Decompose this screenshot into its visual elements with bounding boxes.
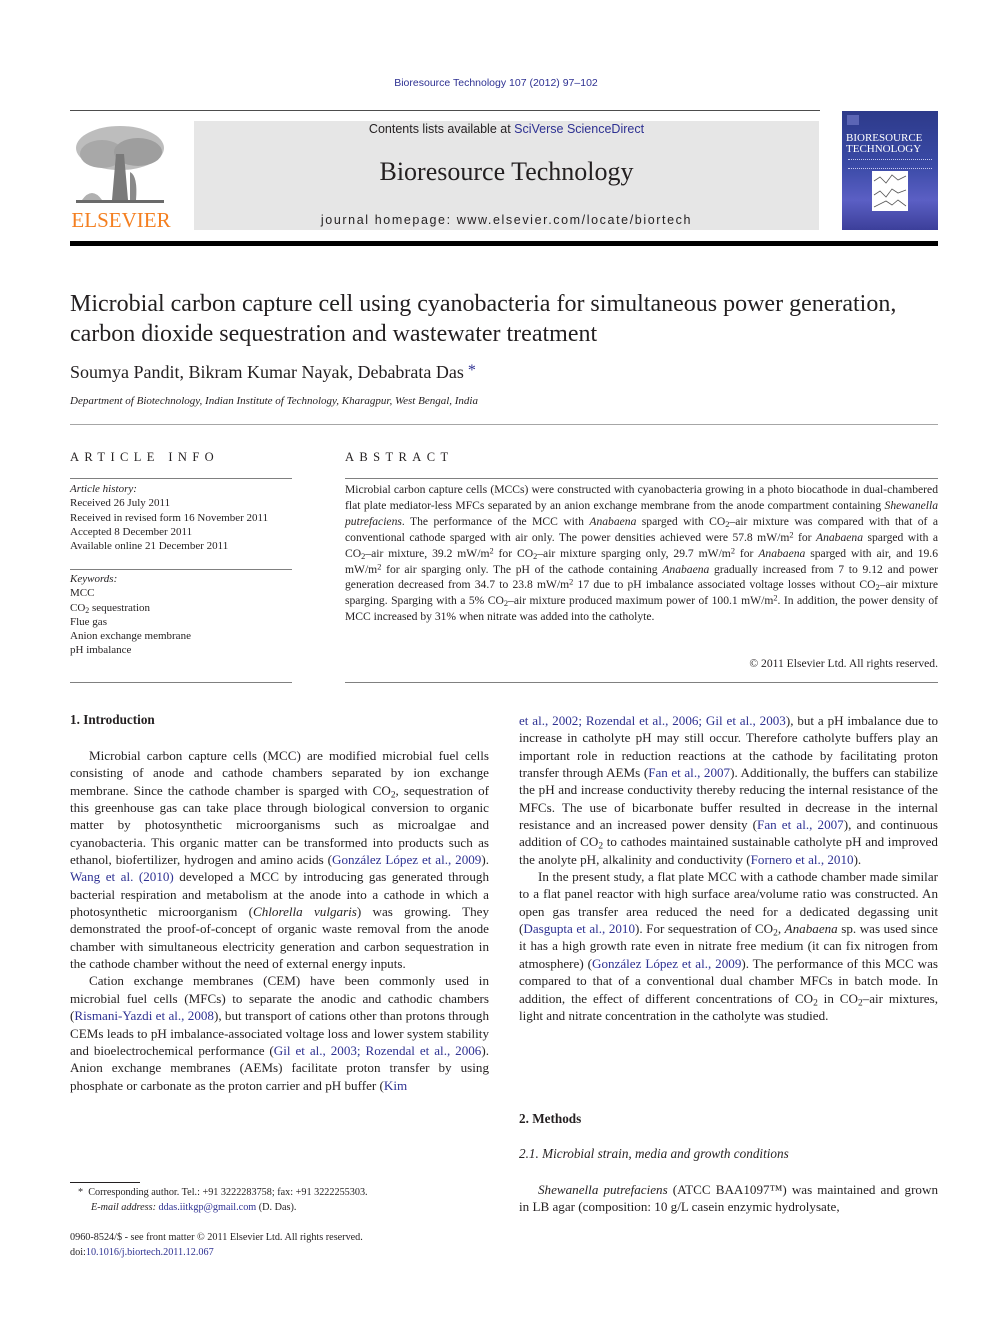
doi-link[interactable]: 10.1016/j.biortech.2011.12.067 <box>86 1247 214 1258</box>
citation-link[interactable]: González López et al., 2009 <box>332 852 481 867</box>
history-online: Available online 21 December 2011 <box>70 540 229 553</box>
paragraph: Cation exchange membranes (CEM) have bee… <box>70 973 489 1093</box>
divider <box>70 478 292 479</box>
contents-prefix: Contents lists available at <box>368 122 515 136</box>
affiliation: Department of Biotechnology, Indian Inst… <box>70 395 478 407</box>
divider <box>70 424 938 425</box>
citation-link[interactable]: et al., 2002; Rozendal et al., 2006; Gil… <box>519 713 786 728</box>
journal-title: Bioresource Technology <box>379 157 634 186</box>
paragraph: Microbial carbon capture cells (MCC) are… <box>70 748 489 972</box>
history-revised: Received in revised form 16 November 201… <box>70 511 269 524</box>
citation-link[interactable]: Rismani-Yazdi et al., 2008 <box>74 1008 214 1023</box>
cover-title: BIORESOURCE TECHNOLOGY <box>846 133 934 155</box>
email-label: E-mail address: <box>91 1202 156 1213</box>
footnote-rule <box>70 1182 140 1183</box>
email-link[interactable]: ddas.iitkgp@gmail.com <box>159 1202 257 1213</box>
doi-label: doi: <box>70 1247 86 1258</box>
methods-text: Shewanella putrefaciens (ATCC BAA1097™) … <box>519 1181 938 1216</box>
history-received: Received 26 July 2011 <box>70 497 171 510</box>
introduction-right-column: et al., 2002; Rozendal et al., 2006; Gil… <box>519 712 938 1024</box>
doi-line: doi:10.1016/j.biortech.2011.12.067 <box>70 1245 214 1260</box>
history-accepted: Accepted 8 December 2011 <box>70 525 193 538</box>
elsevier-tree-icon <box>72 124 168 206</box>
sciencedirect-link[interactable]: SciVerse ScienceDirect <box>514 122 644 136</box>
section-heading-methods: 2. Methods <box>519 1111 582 1126</box>
journal-cover-thumbnail[interactable]: BIORESOURCE TECHNOLOGY <box>842 111 938 230</box>
author-names: Soumya Pandit, Bikram Kumar Nayak, Debab… <box>70 362 464 382</box>
article-title: Microbial carbon capture cell using cyan… <box>70 291 897 347</box>
subsection-heading: 2.1. Microbial strain, media and growth … <box>519 1146 789 1161</box>
keyword: pH imbalance <box>70 644 132 657</box>
divider <box>345 682 938 683</box>
header-rule <box>70 110 820 111</box>
citation-link[interactable]: Fan et al., 2007 <box>648 765 730 780</box>
footnote-corresponding: * Corresponding author. Tel.: +91 322228… <box>78 1185 368 1200</box>
keywords: Keywords: MCC CO2 sequestration Flue gas… <box>70 572 300 658</box>
citation-link[interactable]: Wang et al. (2010) <box>70 869 174 884</box>
footnote-text: Corresponding author. Tel.: +91 32222837… <box>88 1187 368 1198</box>
footnote-mark: * <box>78 1187 84 1198</box>
contents-line: Contents lists available at SciVerse Sci… <box>194 122 819 136</box>
abstract-heading: ABSTRACT <box>345 450 454 464</box>
citation-link[interactable]: Dasgupta et al., 2010 <box>523 921 635 936</box>
abstract-text: Microbial carbon capture cells (MCCs) we… <box>345 483 939 624</box>
article-history: Article history: Received 26 July 2011 R… <box>70 482 300 553</box>
keyword: Flue gas <box>70 615 107 628</box>
elsevier-logo[interactable]: ELSEVIER <box>68 120 174 232</box>
divider <box>345 478 938 479</box>
cover-title-line2: TECHNOLOGY <box>846 143 922 155</box>
keyword: Anion exchange membrane <box>70 630 191 643</box>
paragraph: In the present study, a flat plate MCC w… <box>519 869 938 1023</box>
citation-link[interactable]: Gil et al., 2003; Rozendal et al., 2006 <box>274 1043 482 1058</box>
cover-chart-icon <box>873 174 907 208</box>
divider <box>70 569 292 570</box>
article-info-heading: ARTICLE INFO <box>70 450 220 464</box>
citation-link[interactable]: Kim <box>384 1078 407 1093</box>
keywords-label: Keywords: <box>70 573 118 585</box>
section-heading-introduction: 1. Introduction <box>70 712 155 727</box>
cover-subtitle-lines <box>848 159 932 169</box>
header-thick-rule <box>70 241 938 246</box>
citation-link[interactable]: Fan et al., 2007 <box>757 817 844 832</box>
journal-citation[interactable]: Bioresource Technology 107 (2012) 97–102 <box>0 77 992 89</box>
abstract-copyright: © 2011 Elsevier Ltd. All rights reserved… <box>749 657 938 670</box>
keyword: MCC <box>70 587 95 600</box>
journal-banner: Contents lists available at SciVerse Sci… <box>194 121 819 230</box>
email-suffix: (D. Das). <box>258 1202 297 1213</box>
elsevier-wordmark: ELSEVIER <box>71 208 171 232</box>
paragraph: et al., 2002; Rozendal et al., 2006; Gil… <box>519 713 939 867</box>
keyword: CO2 sequestration <box>70 601 151 615</box>
cover-elsevier-icon <box>847 115 859 125</box>
citation-link[interactable]: González López et al., 2009 <box>592 956 741 971</box>
history-label: Article history: <box>70 483 137 495</box>
introduction-left-column: Microbial carbon capture cells (MCC) are… <box>70 747 489 1094</box>
issn-line: 0960-8524/$ - see front matter © 2011 El… <box>70 1232 363 1243</box>
footnote-email: E-mail address: ddas.iitkgp@gmail.com (D… <box>91 1200 296 1215</box>
corresponding-author-mark[interactable]: * <box>468 362 476 379</box>
citation-link[interactable]: Fornero et al., 2010 <box>751 852 854 867</box>
paragraph: Shewanella putrefaciens (ATCC BAA1097™) … <box>519 1182 938 1215</box>
journal-homepage[interactable]: journal homepage: www.elsevier.com/locat… <box>194 213 819 227</box>
cover-figure <box>872 171 908 211</box>
divider <box>70 682 292 683</box>
authors: Soumya Pandit, Bikram Kumar Nayak, Debab… <box>70 362 476 383</box>
